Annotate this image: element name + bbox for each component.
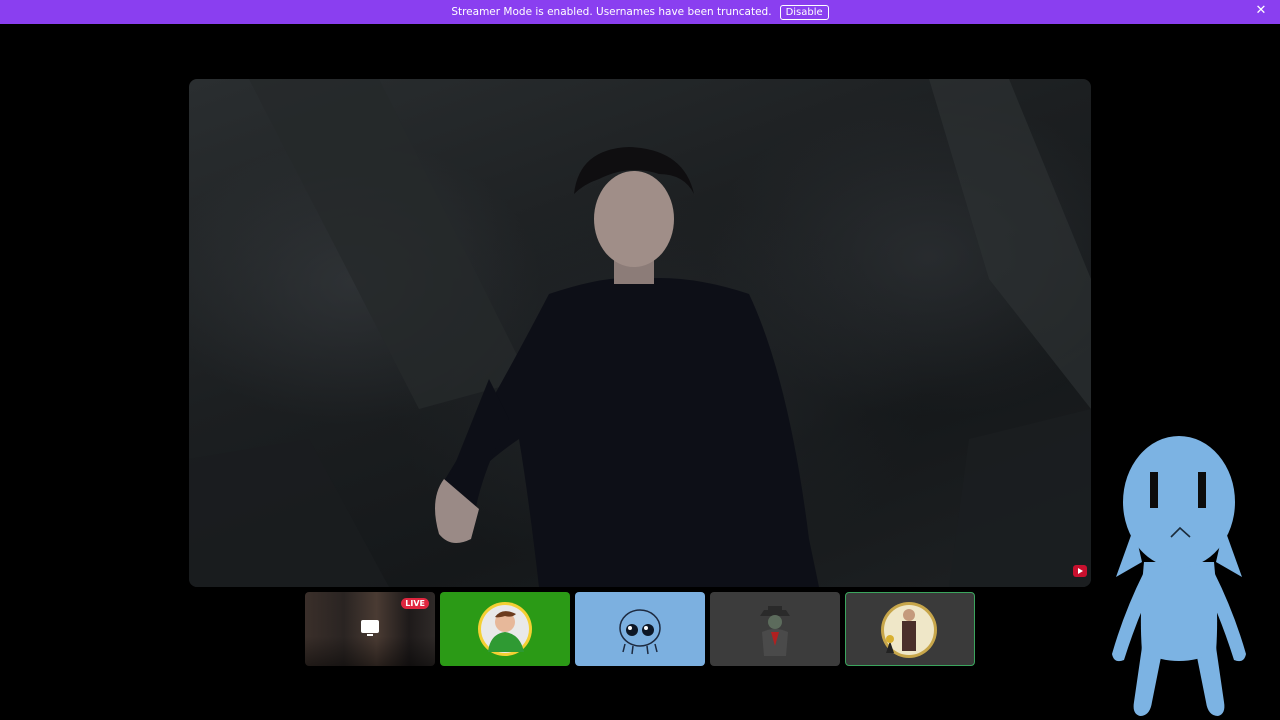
video-frame: [189, 79, 1091, 587]
avatar: [478, 602, 532, 656]
tile-avatar-grey-cowboy[interactable]: [710, 592, 840, 666]
streamer-mode-message: Streamer Mode is enabled. Usernames have…: [451, 6, 772, 18]
disable-streamer-mode-button[interactable]: Disable: [779, 4, 829, 20]
close-icon[interactable]: ✕: [1254, 4, 1268, 18]
mascot-overlay: [1112, 436, 1246, 716]
avatar: [760, 606, 790, 656]
tile-screen-share[interactable]: LIVE: [305, 592, 435, 666]
youtube-icon: [1073, 565, 1087, 577]
participant-tiles: LIVE: [305, 592, 975, 666]
avatar: [881, 602, 937, 658]
main-video-stream[interactable]: [189, 79, 1091, 587]
live-badge: LIVE: [401, 598, 429, 609]
tile-avatar-speaking[interactable]: [845, 592, 975, 666]
tile-avatar-blue-alien[interactable]: [575, 592, 705, 666]
streamer-mode-banner: Streamer Mode is enabled. Usernames have…: [0, 0, 1280, 24]
tile-avatar-green[interactable]: [440, 592, 570, 666]
screen-share-icon: [361, 620, 379, 636]
avatar: [619, 609, 661, 655]
